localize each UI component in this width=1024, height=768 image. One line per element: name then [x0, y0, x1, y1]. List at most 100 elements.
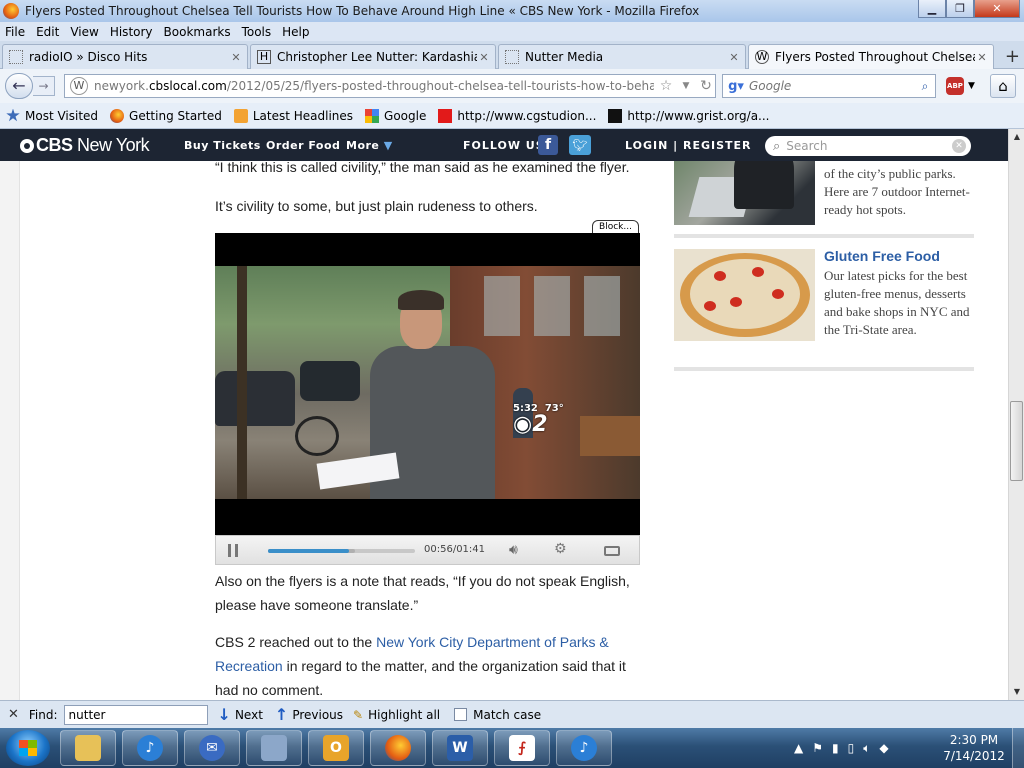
highlight-all-button[interactable]: ✎ Highlight all: [353, 708, 440, 722]
bookmark-google[interactable]: Google: [365, 108, 426, 123]
maximize-button[interactable]: ❐: [946, 0, 974, 18]
tab-close-icon[interactable]: ✕: [229, 51, 243, 64]
pause-icon[interactable]: [228, 544, 238, 557]
bookmark-grist[interactable]: http://www.grist.org/a...: [608, 108, 770, 123]
dropdown-arrow-icon[interactable]: ▼: [678, 81, 694, 91]
system-clock[interactable]: 2:30 PM 7/14/2012: [940, 732, 1008, 764]
menu-history[interactable]: History: [110, 25, 153, 39]
search-bar[interactable]: g▾ ⌕: [722, 74, 936, 98]
find-previous-button[interactable]: ↑ Previous: [275, 705, 343, 724]
cbs-search-box[interactable]: ⌕ Search ✕: [765, 136, 971, 156]
facebook-icon[interactable]: f: [538, 135, 558, 155]
match-case-checkbox[interactable]: Match case: [454, 708, 541, 722]
register-link[interactable]: REGISTER: [683, 139, 752, 152]
page-scrollbar[interactable]: ▲ ▼: [1008, 129, 1024, 700]
battery-icon[interactable]: ▯: [848, 741, 855, 755]
tab-close-icon[interactable]: ✕: [477, 51, 491, 64]
taskbar-explorer[interactable]: [60, 730, 116, 766]
taskbar-network[interactable]: [246, 730, 302, 766]
close-icon[interactable]: ✕: [8, 707, 19, 722]
url-bar[interactable]: W newyork.cbslocal.com/2012/05/25/flyers…: [64, 74, 716, 98]
bookmark-getting-started[interactable]: Getting Started: [110, 108, 222, 123]
taskbar-itunes-2[interactable]: ♪: [556, 730, 612, 766]
cbs2-logo: ◉2: [513, 412, 548, 437]
dropdown-arrow-icon[interactable]: ▼: [968, 81, 975, 91]
nav-buy-tickets[interactable]: Buy Tickets: [184, 139, 261, 152]
home-button[interactable]: ⌂: [990, 74, 1016, 98]
show-hidden-icons-icon[interactable]: ▲: [794, 741, 803, 755]
chevron-down-icon: ▼: [383, 139, 393, 152]
nav-more[interactable]: More ▼: [346, 139, 393, 152]
clear-icon[interactable]: ✕: [952, 139, 966, 153]
checkbox[interactable]: [454, 708, 468, 721]
word-icon: W: [447, 735, 473, 761]
sidebar-image-pizza[interactable]: [674, 249, 815, 341]
search-icon[interactable]: ⌕: [773, 139, 780, 154]
back-button[interactable]: ←: [5, 73, 33, 99]
url-text[interactable]: newyork.cbslocal.com/2012/05/25/flyers-p…: [94, 79, 654, 93]
clock-time: 2:30 PM: [949, 733, 999, 747]
settings-gear-icon[interactable]: ⚙: [554, 541, 567, 557]
sidebar-item2-title[interactable]: Gluten Free Food: [824, 248, 940, 264]
menu-bookmarks[interactable]: Bookmarks: [164, 25, 231, 39]
reload-icon[interactable]: ↻: [698, 78, 714, 94]
tab-cbs-article[interactable]: W Flyers Posted Throughout Chelsea Te...…: [748, 44, 994, 69]
tab-nutter-media[interactable]: Nutter Media ✕: [498, 44, 746, 69]
tab-close-icon[interactable]: ✕: [975, 51, 989, 64]
find-input[interactable]: [63, 704, 208, 725]
menu-help[interactable]: Help: [282, 25, 309, 39]
bookmark-star-icon[interactable]: ☆: [658, 78, 674, 94]
taskbar-thunderbird[interactable]: ✉: [184, 730, 240, 766]
progress-track[interactable]: [268, 549, 415, 553]
taskbar-word[interactable]: W: [432, 730, 488, 766]
twitter-icon[interactable]: 🐦︎: [569, 135, 591, 155]
cbs-search-input[interactable]: Search: [786, 139, 952, 153]
bookmark-most-visited[interactable]: Most Visited: [6, 108, 98, 123]
network-tray-icon[interactable]: ◆: [879, 741, 888, 755]
scroll-down-icon[interactable]: ▼: [1009, 684, 1024, 700]
menu-edit[interactable]: Edit: [36, 25, 59, 39]
taskbar-acrobat[interactable]: ⨍: [494, 730, 550, 766]
bookmark-latest-headlines[interactable]: Latest Headlines: [233, 108, 353, 123]
taskbar-itunes[interactable]: ♪: [122, 730, 178, 766]
show-desktop-button[interactable]: [1012, 728, 1024, 768]
bookmark-cgstudion[interactable]: http://www.cgstudion...: [438, 108, 596, 123]
google-search-engine-icon[interactable]: g▾: [723, 79, 749, 94]
menu-view[interactable]: View: [70, 25, 98, 39]
taskbar-outlook[interactable]: O: [308, 730, 364, 766]
volume-icon[interactable]: 🔈︎: [863, 741, 870, 756]
tab-kardashian[interactable]: H Christopher Lee Nutter: Kardashian t..…: [250, 44, 496, 69]
block-label[interactable]: Block...: [592, 220, 639, 234]
menu-file[interactable]: File: [5, 25, 25, 39]
tab-close-icon[interactable]: ✕: [727, 51, 741, 64]
new-tab-icon[interactable]: +: [1005, 46, 1020, 67]
site-identity-icon[interactable]: W: [70, 77, 88, 95]
fullscreen-icon[interactable]: [604, 546, 620, 556]
find-next-button[interactable]: ↓ Next: [218, 705, 263, 724]
tab-radioio[interactable]: radioIO » Disco Hits ✕: [2, 44, 248, 69]
window-title: Flyers Posted Throughout Chelsea Tell To…: [25, 4, 700, 18]
scrollbar-thumb[interactable]: [1010, 401, 1023, 481]
cbs-new-york-logo[interactable]: CBS New York: [20, 135, 150, 156]
taskbar-firefox[interactable]: [370, 730, 426, 766]
start-button[interactable]: [6, 730, 50, 766]
menu-tools[interactable]: Tools: [242, 25, 272, 39]
close-button[interactable]: ✕: [974, 0, 1020, 18]
clock-date: 7/14/2012: [943, 749, 1005, 763]
adblock-button[interactable]: ABP ▼: [946, 77, 980, 95]
scroll-up-icon[interactable]: ▲: [1009, 129, 1024, 145]
video-player[interactable]: 5:32 73° ◉2: [215, 233, 640, 535]
nav-order-food[interactable]: Order Food: [266, 139, 340, 152]
login-link[interactable]: LOGIN: [625, 139, 668, 152]
minimize-button[interactable]: ▁: [918, 0, 946, 18]
page-margin: [0, 129, 20, 700]
action-center-icon[interactable]: ⚑: [812, 741, 823, 755]
page-icon: [9, 50, 23, 64]
forward-button[interactable]: →: [33, 76, 55, 96]
firefox-icon: [110, 108, 125, 123]
signal-bars-icon[interactable]: ▮: [832, 741, 839, 755]
search-input[interactable]: [749, 79, 915, 93]
search-icon[interactable]: ⌕: [915, 79, 935, 94]
sidebar-item1-text: of the city’s public parks. Here are 7 o…: [824, 166, 970, 217]
volume-icon[interactable]: 🔊︎: [509, 542, 518, 558]
